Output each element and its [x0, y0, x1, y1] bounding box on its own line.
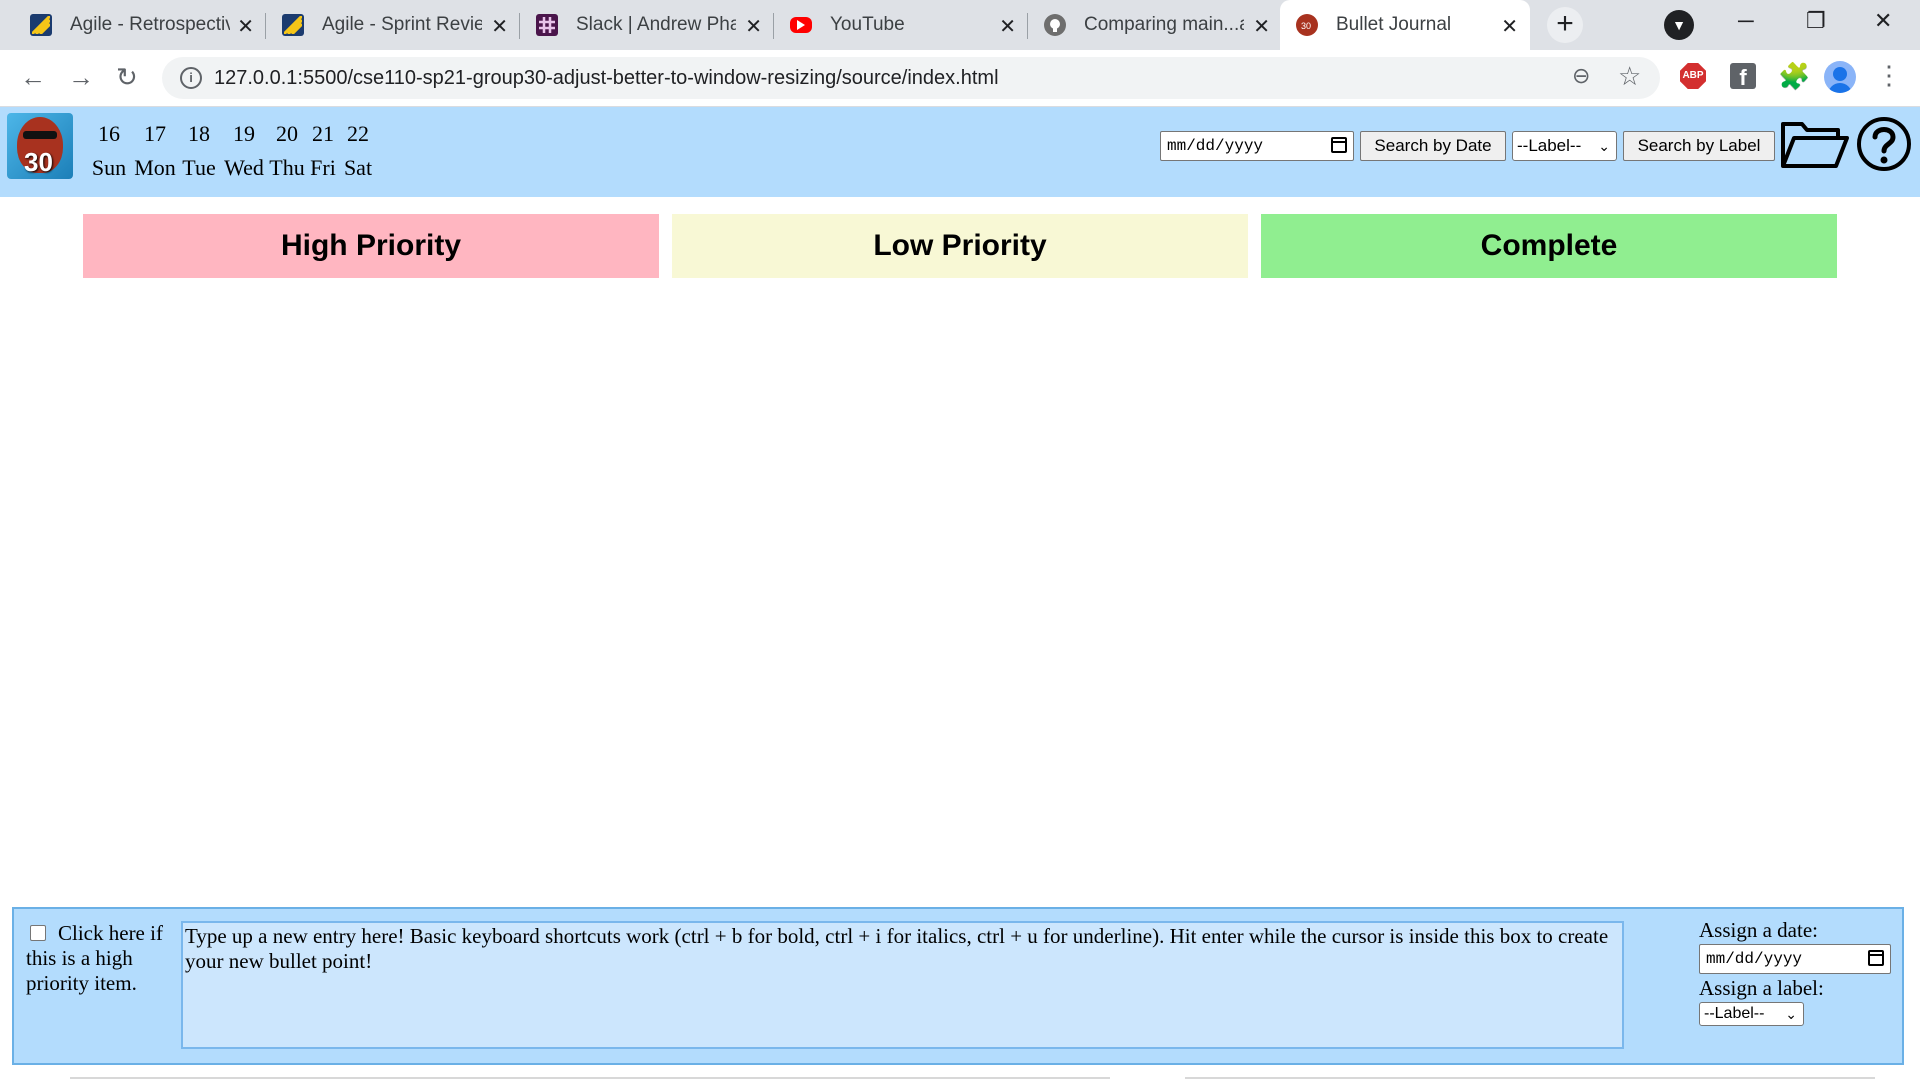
calendar-icon[interactable] — [1331, 137, 1347, 153]
search-by-label-button[interactable]: Search by Label — [1623, 131, 1775, 161]
profile-avatar[interactable] — [1824, 61, 1856, 93]
forward-arrow-icon[interactable]: → — [68, 62, 94, 93]
tab-title: Agile - Sprint Review — [322, 14, 482, 35]
tab-title: Agile - Retrospective — [70, 14, 230, 35]
assign-label-select[interactable]: --Label-- ⌄ — [1699, 1002, 1804, 1026]
day-wed[interactable]: 19 Wed — [222, 121, 266, 181]
slack-icon — [536, 14, 558, 36]
folder-open-icon[interactable] — [1780, 116, 1850, 172]
search-date-input[interactable]: mm/dd/yyyy — [1160, 131, 1354, 161]
bookmark-star-icon[interactable]: ☆ — [1618, 61, 1641, 92]
scroll-track — [70, 1077, 1110, 1079]
agile-icon — [30, 14, 52, 36]
address-bar[interactable]: i 127.0.0.1:5500/cse110-sp21-group30-adj… — [162, 57, 1660, 99]
tab-title: Comparing main...a — [1084, 14, 1244, 35]
back-arrow-icon[interactable]: ← — [20, 62, 46, 93]
url-text[interactable]: 127.0.0.1:5500/cse110-sp21-group30-adjus… — [214, 67, 999, 90]
search-by-date-button[interactable]: Search by Date — [1360, 131, 1506, 161]
day-fri[interactable]: 21 Fri — [308, 121, 338, 181]
new-tab-button[interactable]: + — [1547, 7, 1583, 43]
tab-title: Bullet Journal — [1336, 14, 1452, 35]
close-icon[interactable]: ✕ — [237, 14, 254, 39]
app-logo: 30 — [7, 113, 73, 179]
browser-tab-bar: Agile - Retrospective ✕ Agile - Sprint R… — [0, 0, 1920, 50]
tab-agile-retrospective[interactable]: Agile - Retrospective ✕ — [0, 0, 266, 50]
day-sat[interactable]: 22 Sat — [341, 121, 375, 181]
chevron-down-icon: ⌄ — [1598, 138, 1610, 154]
minimize-icon[interactable]: ─ — [1738, 8, 1754, 34]
calendar-icon[interactable] — [1868, 950, 1884, 966]
close-icon[interactable]: ✕ — [1501, 14, 1518, 39]
assign-date-label: Assign a date: — [1699, 918, 1818, 942]
facebook-extension-icon[interactable]: f — [1730, 63, 1756, 90]
github-icon — [1044, 14, 1066, 36]
tab-title: YouTube — [830, 14, 905, 35]
restore-icon[interactable]: ❐ — [1806, 8, 1826, 34]
agile-icon — [282, 14, 304, 36]
tab-agile-sprint-review[interactable]: Agile - Sprint Review ✕ — [266, 0, 520, 50]
youtube-icon — [790, 17, 812, 33]
tab-search-icon[interactable]: ▼ — [1664, 10, 1694, 40]
day-tue[interactable]: 18 Tue — [180, 121, 218, 181]
close-icon[interactable]: ✕ — [1253, 14, 1270, 39]
close-icon[interactable]: ✕ — [999, 14, 1016, 39]
label-filter-select[interactable]: --Label-- ⌄ — [1512, 131, 1617, 161]
logo-text: 30 — [24, 147, 53, 177]
assign-date-input[interactable]: mm/dd/yyyy — [1699, 944, 1891, 974]
browser-toolbar: ← → ↻ i 127.0.0.1:5500/cse110-sp21-group… — [0, 50, 1920, 107]
help-icon[interactable] — [1856, 116, 1912, 172]
chevron-down-icon: ⌄ — [1785, 1006, 1797, 1022]
extensions-puzzle-icon[interactable]: 🧩 — [1778, 61, 1810, 92]
low-priority-column-header: Low Priority — [672, 214, 1248, 278]
adblock-plus-icon[interactable]: ABP — [1680, 63, 1706, 89]
tab-bullet-journal[interactable]: 30 Bullet Journal ✕ — [1280, 0, 1530, 50]
reload-icon[interactable]: ↻ — [116, 62, 138, 93]
day-mon[interactable]: 17 Mon — [131, 121, 179, 181]
entry-textarea[interactable]: Type up a new entry here! Basic keyboard… — [181, 921, 1624, 1049]
day-thu[interactable]: 20 Thu — [268, 121, 306, 181]
assign-label-label: Assign a label: — [1699, 976, 1824, 1000]
zoom-icon[interactable]: ⊖ — [1572, 63, 1590, 89]
tab-github-compare[interactable]: Comparing main...a ✕ — [1028, 0, 1282, 50]
high-priority-checkbox-label: Click here if this is a high priority it… — [26, 921, 163, 995]
complete-column-header: Complete — [1261, 214, 1837, 278]
site-info-icon[interactable]: i — [180, 67, 202, 89]
day-sun[interactable]: 16 Sun — [90, 121, 128, 181]
scroll-track — [1185, 1077, 1875, 1079]
close-icon[interactable]: ✕ — [491, 14, 508, 39]
window-close-icon[interactable]: ✕ — [1874, 8, 1892, 34]
bullet-journal-icon: 30 — [1296, 14, 1318, 36]
close-icon[interactable]: ✕ — [745, 14, 762, 39]
svg-text:30: 30 — [1301, 21, 1311, 31]
tab-title: Slack | Andrew Phan — [576, 14, 736, 35]
high-priority-column-header: High Priority — [83, 214, 659, 278]
new-entry-form: Click here if this is a high priority it… — [12, 907, 1904, 1065]
menu-kebab-icon[interactable]: ⋮ — [1876, 60, 1902, 91]
tab-youtube[interactable]: YouTube ✕ — [774, 0, 1028, 50]
tab-slack[interactable]: Slack | Andrew Phan ✕ — [520, 0, 774, 50]
